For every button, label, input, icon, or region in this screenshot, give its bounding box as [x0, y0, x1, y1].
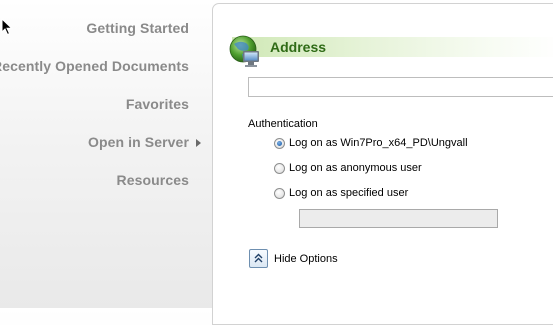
address-input[interactable] [248, 77, 553, 97]
nav-resources[interactable]: Resources [117, 172, 190, 188]
hide-options-label[interactable]: Hide Options [274, 253, 338, 265]
nav-recently-opened-documents[interactable]: Recently Opened Documents [0, 58, 189, 74]
radio-label-current-user[interactable]: Log on as Win7Pro_x64_PD\Ungvall [289, 137, 468, 149]
hide-options-button[interactable] [249, 249, 268, 268]
nav-favorites[interactable]: Favorites [126, 96, 189, 112]
radio-logon-anonymous[interactable] [274, 163, 285, 174]
mouse-pointer-icon [1, 18, 13, 36]
specified-user-field[interactable] [299, 209, 498, 228]
chevron-right-icon [196, 139, 201, 147]
nav-getting-started[interactable]: Getting Started [86, 20, 189, 36]
radio-label-specified-user[interactable]: Log on as specified user [289, 187, 408, 199]
nav-open-in-server[interactable]: Open in Server [88, 134, 189, 150]
network-globe-icon [229, 35, 259, 67]
radio-logon-specified-user[interactable] [274, 188, 285, 199]
double-chevron-up-icon [254, 253, 263, 263]
radio-label-anonymous[interactable]: Log on as anonymous user [289, 162, 422, 174]
authentication-label: Authentication [248, 118, 318, 130]
section-title: Address [270, 39, 327, 55]
radio-selected-dot [277, 141, 282, 146]
radio-logon-current-user[interactable] [274, 138, 285, 149]
